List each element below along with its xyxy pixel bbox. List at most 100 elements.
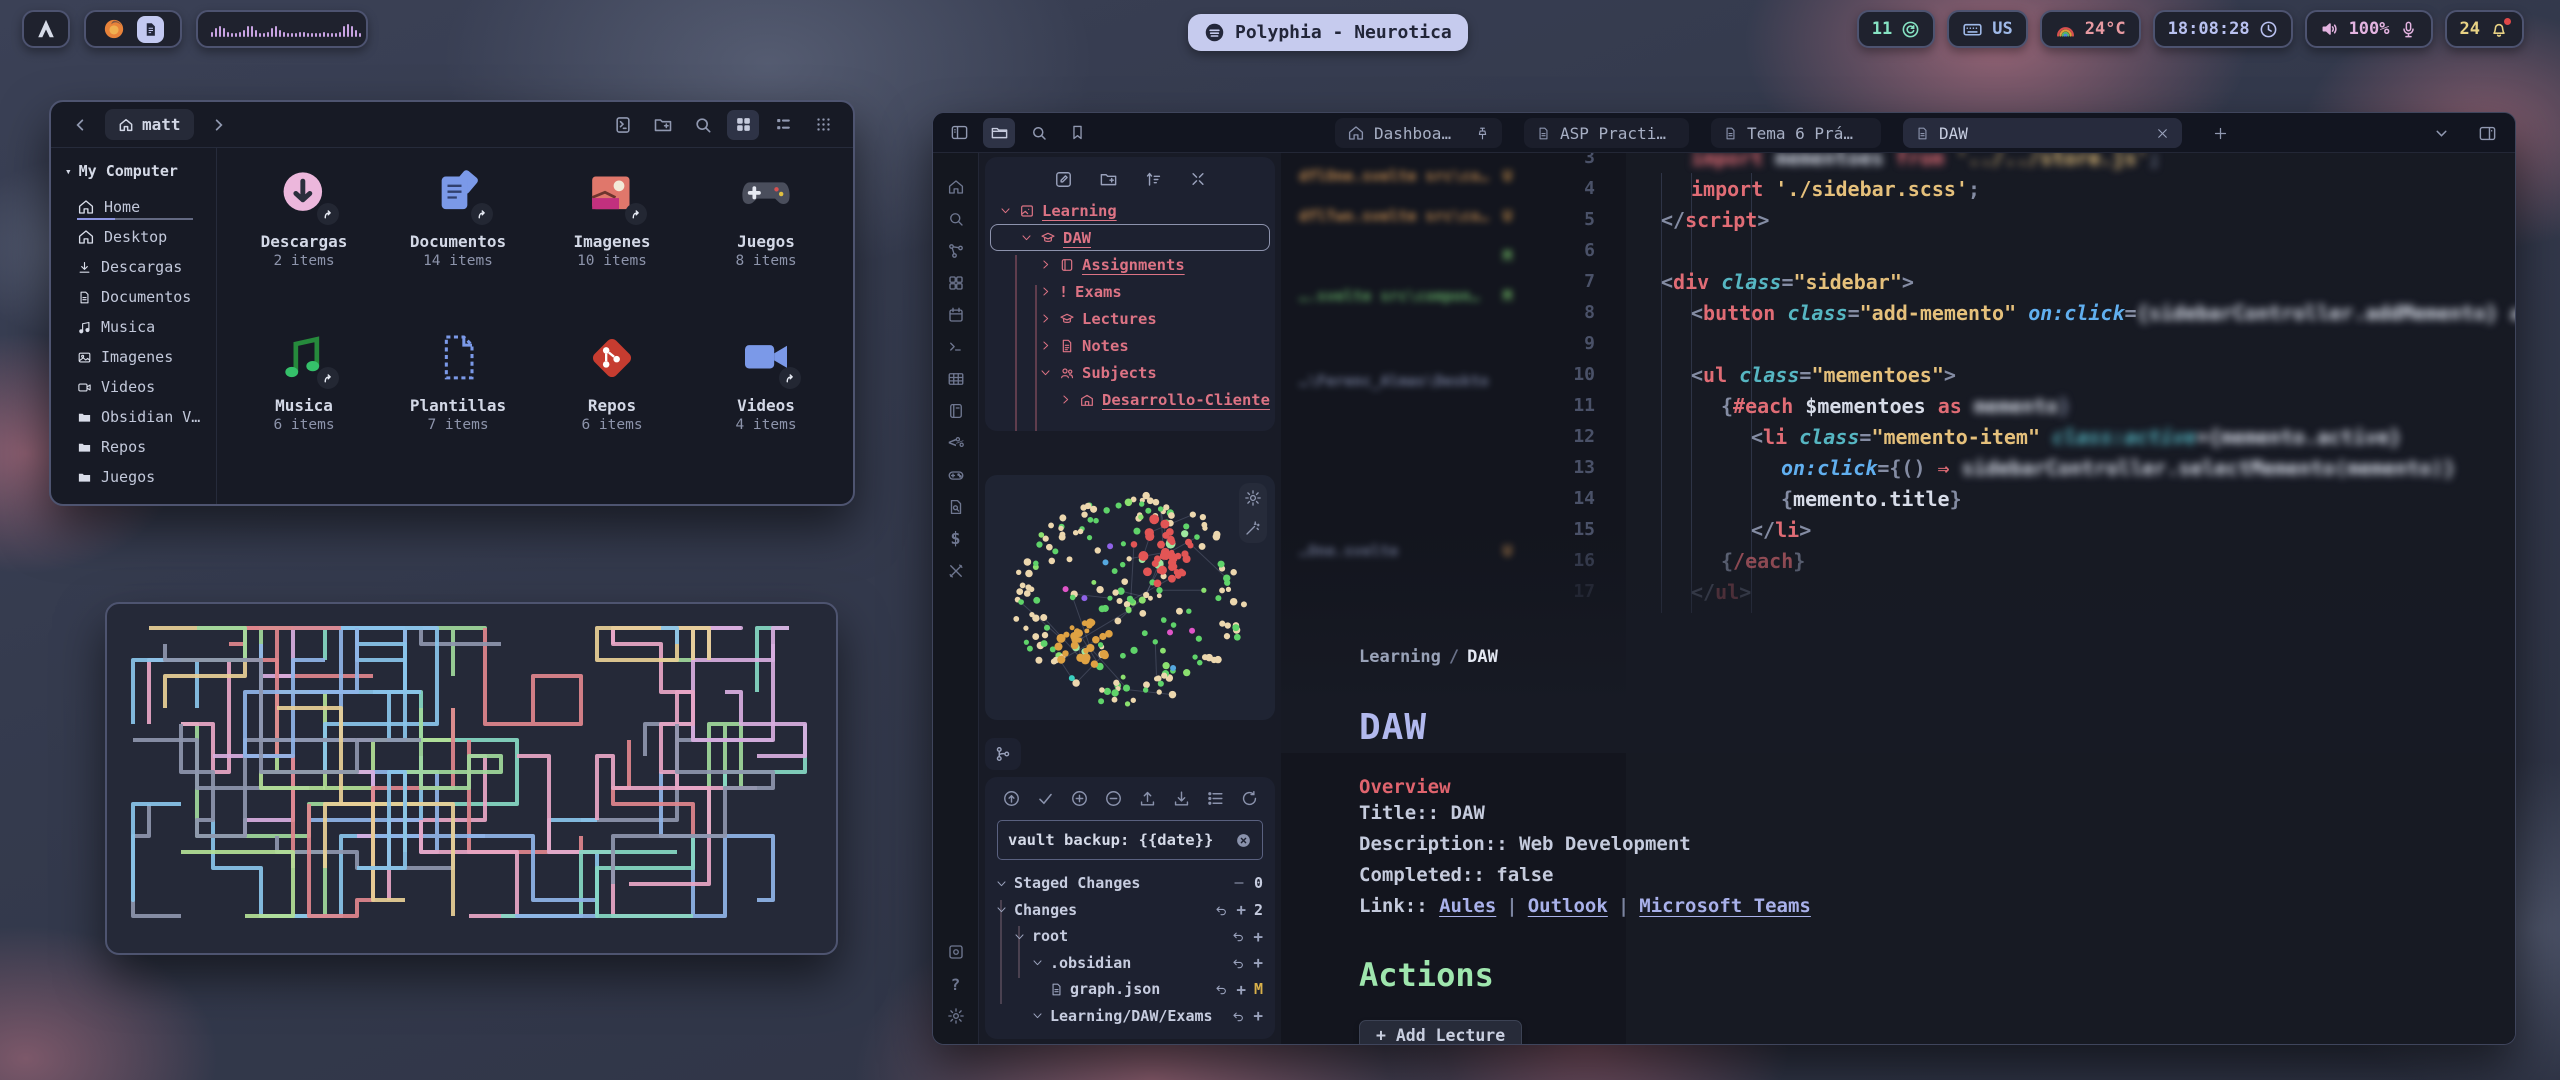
chevron-down-icon[interactable] [1013,930,1026,943]
tree-item-daw[interactable]: DAW [990,224,1270,251]
toggle-left-sidebar-button[interactable] [945,118,973,148]
git-graph-icon[interactable] [944,235,968,267]
clock-widget[interactable]: 18:08:28 [2153,10,2293,48]
tree-item-subjects[interactable]: Subjects [985,359,1275,386]
tree-item-learning[interactable]: Learning [985,197,1275,224]
sort-icon[interactable] [1144,170,1163,189]
chevron-down-icon[interactable] [995,877,1008,890]
file-item-documentos[interactable]: Documentos 14 items [381,166,535,330]
chevron-down-icon[interactable] [1020,231,1033,244]
sidebar-item-juegos[interactable]: Juegos [65,462,216,492]
sidebar-item-desktop[interactable]: Desktop [65,222,216,252]
chevron-right-icon[interactable] [1039,339,1052,352]
workspace-firefox-icon[interactable] [103,18,125,40]
code-template-icon[interactable]: <% [944,427,968,459]
file-item-videos[interactable]: Videos 4 items [689,330,843,494]
dollar-icon[interactable]: $ [944,523,968,555]
grid-view-button[interactable] [727,110,759,140]
chevron-down-icon[interactable] [1031,1009,1044,1022]
git-push-icon[interactable] [1138,789,1157,808]
git-commit-push-icon[interactable] [1002,789,1021,808]
book-icon[interactable] [944,395,968,427]
settings-icon[interactable] [944,1000,968,1032]
launcher-button[interactable] [22,10,70,48]
stage-icon[interactable]: + [1236,980,1246,999]
graph-view[interactable] [985,475,1275,720]
nav-forward-button[interactable] [202,110,234,140]
git-unstage-all-icon[interactable] [1104,789,1123,808]
sidebar-item-descargas[interactable]: Descargas [65,252,216,282]
git-change-layout-icon[interactable] [1206,789,1225,808]
discard-icon[interactable] [1231,929,1245,943]
close-tab-icon[interactable] [2155,126,2170,141]
chevron-right-icon[interactable] [1039,258,1052,271]
sidebar-item-repos[interactable]: Repos [65,432,216,462]
git-pull-icon[interactable] [1172,789,1191,808]
sidebar-item-musica[interactable]: Musica [65,312,216,342]
calendar-icon[interactable] [944,299,968,331]
git-refresh-icon[interactable] [1240,789,1259,808]
chevron-down-icon[interactable] [995,903,1008,916]
search-icon[interactable] [944,203,968,235]
chevron-down-icon[interactable] [1039,366,1052,379]
add-lecture-button[interactable]: + Add Lecture [1359,1020,1522,1044]
terminal-icon[interactable] [944,331,968,363]
new-folder-button[interactable] [647,110,679,140]
bookmarks-tab-button[interactable] [1063,118,1091,148]
search-button[interactable] [687,110,719,140]
table-icon[interactable] [944,363,968,395]
pin-icon[interactable] [1475,126,1490,141]
git-commit-icon[interactable] [1036,789,1055,808]
breadcrumb[interactable]: matt [105,109,194,140]
tree-item-desarrollo-cliente[interactable]: Desarrollo-Cliente [985,386,1275,413]
workspace-active[interactable] [137,16,164,43]
compact-view-button[interactable] [807,110,839,140]
file-item-plantillas[interactable]: Plantillas 7 items [381,330,535,494]
tab-list-chevron-button[interactable] [2425,118,2457,148]
sidebar-group-my-computer[interactable]: ▾ My Computer [65,162,216,180]
git-ribbon-button[interactable] [985,738,1021,770]
tree-item-notes[interactable]: Notes [985,332,1275,359]
link-aules[interactable]: Aules [1439,895,1496,917]
tab-dashboard[interactable]: Dashboard [1335,118,1502,148]
nav-back-button[interactable] [65,110,97,140]
breadcrumb-parent[interactable]: Learning [1359,647,1441,667]
new-tab-button[interactable] [2204,118,2236,148]
tab-daw[interactable]: DAW [1903,118,2182,148]
sidebar-item-home[interactable]: Home [65,192,216,222]
discard-icon[interactable] [1214,903,1228,917]
volume-widget[interactable]: 100% [2305,10,2433,48]
new-folder-icon[interactable] [1099,170,1118,189]
search-tab-button[interactable] [1025,118,1053,148]
sidebar-item-documentos[interactable]: Documentos [65,282,216,312]
tools-icon[interactable] [944,555,968,587]
chevron-right-icon[interactable] [1059,393,1072,406]
commit-message-input[interactable] [1008,831,1227,849]
chevron-right-icon[interactable] [1039,285,1052,298]
discard-icon[interactable] [1214,982,1228,996]
discard-icon[interactable] [1231,956,1245,970]
git-row-root[interactable]: root+ [985,923,1275,950]
git-stage-all-icon[interactable] [1070,789,1089,808]
file-item-descargas[interactable]: Descargas 2 items [227,166,381,330]
git-row--obsidian[interactable]: .obsidian+ [985,950,1275,977]
open-terminal-button[interactable] [607,110,639,140]
gamepad-icon[interactable] [944,459,968,491]
tree-item-exams[interactable]: !Exams [985,278,1275,305]
chevron-down-icon[interactable] [999,204,1012,217]
git-row-staged-changes[interactable]: Staged Changes0 [985,870,1275,897]
list-view-button[interactable] [767,110,799,140]
collapse-all-icon[interactable] [1189,170,1207,189]
vault-icon[interactable] [944,936,968,968]
notifications-widget[interactable]: 24 [2445,10,2524,48]
sidebar-item-videos[interactable]: Videos [65,372,216,402]
keyboard-layout-widget[interactable]: US [1947,10,2027,48]
file-item-repos[interactable]: Repos 6 items [535,330,689,494]
tree-item-lectures[interactable]: Lectures [985,305,1275,332]
sidebar-item-imagenes[interactable]: Imagenes [65,342,216,372]
layout-grid-icon[interactable] [944,267,968,299]
file-search-icon[interactable] [944,491,968,523]
toggle-right-sidebar-button[interactable] [2471,118,2503,148]
chevron-right-icon[interactable] [1039,312,1052,325]
help-icon[interactable]: ? [944,968,968,1000]
